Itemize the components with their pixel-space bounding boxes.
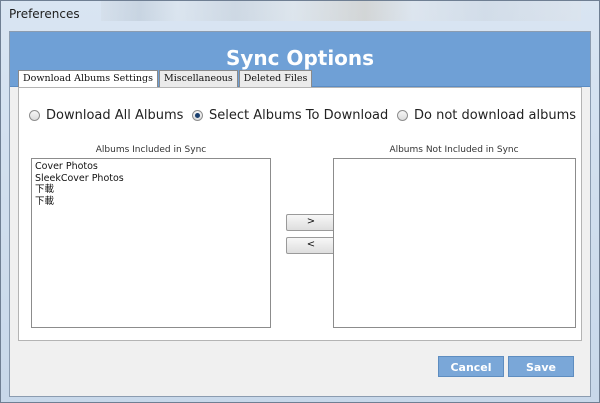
radio-do-not-download-albums[interactable]: Do not download albums (397, 108, 576, 123)
dialog-body: Sync Options Download Albums Settings Mi… (9, 31, 591, 397)
radio-label: Do not download albums (414, 108, 577, 123)
list-item[interactable]: 下載 (35, 196, 267, 208)
list-item[interactable]: 下載 (35, 184, 267, 196)
dialog-title: Sync Options (225, 46, 375, 70)
excluded-albums-label: Albums Not Included in Sync (389, 145, 519, 155)
tab-panel: Download All Albums Select Albums To Dow… (18, 87, 582, 341)
window-titlebar[interactable]: Preferences (1, 1, 599, 31)
list-item[interactable]: SleekCover Photos (35, 173, 267, 185)
list-item[interactable]: Cover Photos (35, 161, 267, 173)
cancel-button[interactable]: Cancel (438, 356, 504, 377)
tab-strip: Download Albums Settings Miscellaneous D… (18, 70, 313, 89)
radio-label: Select Albums To Download (209, 108, 389, 123)
included-albums-label: Albums Included in Sync (95, 145, 207, 155)
excluded-albums-listbox[interactable] (333, 158, 576, 328)
move-to-included-button[interactable]: < (286, 237, 336, 254)
move-to-excluded-button[interactable]: > (286, 214, 336, 231)
radio-button[interactable] (29, 110, 40, 121)
window-title: Preferences (9, 7, 80, 21)
radio-button-selected[interactable] (192, 110, 203, 121)
radio-select-albums-to-download[interactable]: Select Albums To Download (192, 108, 388, 123)
radio-button[interactable] (397, 110, 408, 121)
radio-label: Download All Albums (46, 108, 184, 123)
tab-deleted-files[interactable]: Deleted Files (238, 70, 313, 88)
preferences-window: Preferences Sync Options Download Albums… (0, 0, 600, 403)
radio-download-all-albums[interactable]: Download All Albums (29, 108, 183, 123)
titlebar-background-image (101, 1, 581, 21)
save-button[interactable]: Save (508, 356, 574, 377)
included-albums-listbox[interactable]: Cover Photos SleekCover Photos 下載 下載 (31, 158, 271, 328)
tab-miscellaneous[interactable]: Miscellaneous (159, 70, 238, 88)
download-mode-radio-group: Download All Albums Select Albums To Dow… (29, 108, 577, 126)
